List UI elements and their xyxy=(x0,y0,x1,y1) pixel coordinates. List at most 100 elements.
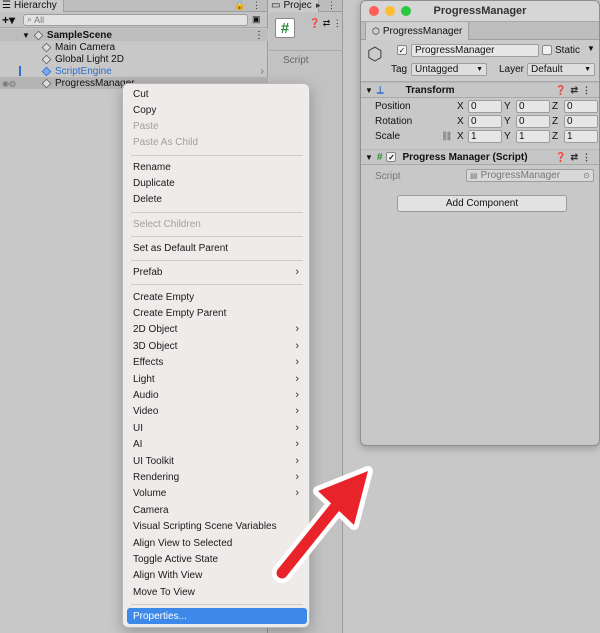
tag-value: Untagged xyxy=(415,64,459,75)
window-titlebar[interactable]: ProgressManager xyxy=(361,1,599,22)
menu-item-create-empty[interactable]: Create Empty xyxy=(133,292,194,304)
submenu-chevron-icon: › xyxy=(295,471,299,483)
expand-arrow-icon[interactable]: ▼ xyxy=(365,86,373,95)
menu-item-light[interactable]: Light xyxy=(133,374,155,386)
maximize-window-button[interactable] xyxy=(401,6,411,16)
menu-item-effects[interactable]: Effects xyxy=(133,357,163,369)
menu-item-ui-toolkit[interactable]: UI Toolkit xyxy=(133,456,174,468)
menu-item-ui[interactable]: UI xyxy=(133,423,143,435)
axis-x-label: X xyxy=(457,116,464,127)
transform-title: Transform xyxy=(405,84,455,96)
panel-options-icons[interactable]: ▸ ⋮ xyxy=(316,0,338,11)
expand-arrow-icon[interactable]: ▼ xyxy=(22,31,30,40)
script-component-title: Progress Manager (Script) xyxy=(402,151,528,163)
menu-separator xyxy=(131,212,303,213)
menu-item-3d-object[interactable]: 3D Object xyxy=(133,341,177,353)
axis-x-label: X xyxy=(457,101,464,112)
menu-item-cut[interactable]: Cut xyxy=(133,89,149,101)
hierarchy-tab[interactable]: ☰ Hierarchy xyxy=(0,0,64,12)
object-name-field[interactable]: ProgressManager xyxy=(411,44,539,57)
scene-menu-icon[interactable]: ⋮ xyxy=(254,30,264,41)
static-checkbox[interactable] xyxy=(542,45,552,55)
script-field-label: Script xyxy=(375,171,401,182)
menu-item-ai[interactable]: AI xyxy=(133,439,142,451)
scale-y-field[interactable]: 1 xyxy=(516,130,550,143)
link-icon[interactable]: ⛓ xyxy=(441,131,452,142)
script-asset-icon[interactable]: # xyxy=(275,18,295,38)
rotation-x-field[interactable]: 0 xyxy=(468,115,502,128)
hierarchy-item-main-camera[interactable]: Main Camera xyxy=(0,41,268,53)
tag-label: Tag xyxy=(391,64,408,75)
chevron-down-icon: ▼ xyxy=(476,66,483,73)
tag-dropdown[interactable]: Untagged ▼ xyxy=(411,63,487,76)
menu-item-2d-object[interactable]: 2D Object xyxy=(133,324,177,336)
menu-item-properties[interactable]: Properties... xyxy=(133,611,187,623)
chevron-right-icon[interactable]: › xyxy=(261,66,264,77)
add-icon[interactable]: +▾ xyxy=(2,13,15,27)
object-name-value: ProgressManager xyxy=(415,45,495,56)
close-window-button[interactable] xyxy=(369,6,379,16)
add-component-button[interactable]: Add Component xyxy=(397,195,567,212)
scale-x-field[interactable]: 1 xyxy=(468,130,502,143)
axis-z-label: Z xyxy=(552,116,559,127)
scale-z-field[interactable]: 1 xyxy=(564,130,598,143)
hierarchy-item-global-light[interactable]: Global Light 2D xyxy=(0,53,268,65)
gameobject-cube-icon xyxy=(41,42,52,52)
menu-item-camera[interactable]: Camera xyxy=(133,505,169,517)
position-y-field[interactable]: 0 xyxy=(516,100,550,113)
menu-item-rendering[interactable]: Rendering xyxy=(133,472,179,484)
menu-item-volume[interactable]: Volume xyxy=(133,488,166,500)
menu-item-align-with-view[interactable]: Align With View xyxy=(133,570,202,582)
gameobject-large-icon[interactable]: ⬡ xyxy=(367,44,383,65)
layer-label: Layer xyxy=(499,64,525,75)
hierarchy-item-script-engine[interactable]: ScriptEngine › xyxy=(0,65,268,77)
static-label: Static xyxy=(555,45,581,56)
object-picker-icon[interactable]: ⊙ xyxy=(583,171,590,180)
menu-item-select-children: Select Children xyxy=(133,219,201,230)
inspector-mini-icons[interactable]: ❓ ⇄ ⋮ xyxy=(309,18,342,29)
axis-y-label: Y xyxy=(504,116,511,127)
scene-row[interactable]: ▼ SampleScene ⋮ xyxy=(0,29,268,41)
script-component-header[interactable]: ▼ # ✓ Progress Manager (Script) ❓⇄⋮ xyxy=(361,149,599,165)
submenu-chevron-icon: › xyxy=(295,323,299,335)
script-object-field[interactable]: ▤ ProgressManager ⊙ xyxy=(466,169,594,182)
position-label: Position xyxy=(375,101,411,112)
menu-item-duplicate[interactable]: Duplicate xyxy=(133,178,175,190)
submenu-chevron-icon: › xyxy=(295,266,299,278)
menu-item-set-default-parent[interactable]: Set as Default Parent xyxy=(133,243,228,255)
filter-icon[interactable]: ▣ xyxy=(252,14,261,25)
rotation-y-field[interactable]: 0 xyxy=(516,115,550,128)
expand-arrow-icon[interactable]: ▼ xyxy=(365,153,373,162)
menu-item-move-to-view[interactable]: Move To View xyxy=(133,587,195,599)
menu-item-copy[interactable]: Copy xyxy=(133,105,156,117)
menu-separator xyxy=(131,236,303,237)
script-enabled-checkbox[interactable]: ✓ xyxy=(386,152,397,162)
component-header-icons[interactable]: ❓⇄⋮ xyxy=(555,85,595,96)
minimize-window-button[interactable] xyxy=(385,6,395,16)
menu-item-toggle-active-state[interactable]: Toggle Active State xyxy=(133,554,218,566)
static-dropdown-icon[interactable]: ▼ xyxy=(587,44,595,53)
scene-name: SampleScene xyxy=(46,29,112,41)
position-z-field[interactable]: 0 xyxy=(564,100,598,113)
traffic-lights xyxy=(369,6,411,16)
menu-item-create-empty-parent[interactable]: Create Empty Parent xyxy=(133,308,226,320)
rotation-z-field[interactable]: 0 xyxy=(564,115,598,128)
visibility-icon[interactable]: ◉◍ xyxy=(2,79,16,88)
menu-item-delete[interactable]: Delete xyxy=(133,194,162,206)
component-header-icons[interactable]: ❓⇄⋮ xyxy=(555,152,595,163)
menu-item-visual-scripting-scene-variables[interactable]: Visual Scripting Scene Variables xyxy=(133,521,277,533)
active-checkbox[interactable]: ✓ xyxy=(397,45,407,55)
menu-item-prefab[interactable]: Prefab xyxy=(133,267,162,279)
panel-options-icons[interactable]: 🔒 ⋮ xyxy=(234,0,263,11)
menu-item-align-view-to-selected[interactable]: Align View to Selected xyxy=(133,538,232,550)
menu-item-audio[interactable]: Audio xyxy=(133,390,159,402)
inspector-tab[interactable]: ⬡ ProgressManager xyxy=(365,22,470,40)
menu-item-rename[interactable]: Rename xyxy=(133,162,171,174)
menu-item-video[interactable]: Video xyxy=(133,406,158,418)
hierarchy-toolbar: +▾ ⌕ All ▣ xyxy=(0,12,267,28)
position-x-field[interactable]: 0 xyxy=(468,100,502,113)
project-tab[interactable]: ▭ Projec xyxy=(269,0,319,12)
layer-dropdown[interactable]: Default ▼ xyxy=(527,63,595,76)
hierarchy-search-input[interactable]: ⌕ All xyxy=(23,13,249,26)
transform-header[interactable]: ▼ ⟂ Transform ❓⇄⋮ xyxy=(361,82,599,98)
